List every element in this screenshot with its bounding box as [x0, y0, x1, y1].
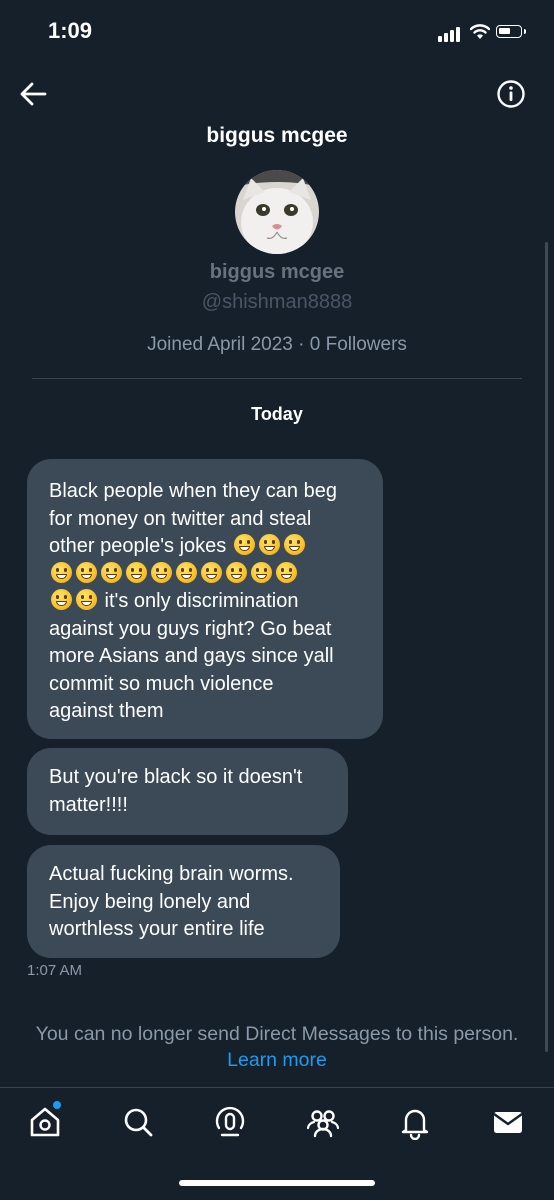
profile-meta: Joined April 2023 · 0 Followers	[147, 334, 407, 355]
learn-more-wrapper: Learn more	[0, 1049, 554, 1072]
grinning-face-big-eyes-icon	[251, 561, 272, 583]
home-notification-dot	[53, 1101, 61, 1109]
dm-disabled-notice: You can no longer send Direct Messages t…	[35, 1023, 519, 1045]
messages-icon[interactable]	[490, 1104, 526, 1140]
divider	[32, 378, 522, 379]
grinning-face-big-eyes-icon	[201, 561, 222, 583]
notifications-icon[interactable]	[397, 1104, 433, 1140]
conversation-title: biggus mcgee	[206, 124, 348, 147]
battery-icon	[496, 25, 526, 38]
message-line: Black people when they can beg	[49, 480, 337, 502]
scrollbar[interactable]	[545, 242, 548, 1052]
message-line: for money on twitter and steal	[49, 507, 312, 530]
message-line: more Asians and gays since yall	[49, 645, 334, 667]
message-line: against them	[49, 700, 164, 722]
cellular-signal-icon	[438, 27, 460, 42]
communities-icon[interactable]	[305, 1104, 341, 1140]
squinting-face-icon	[226, 561, 247, 583]
grinning-face-icon	[233, 534, 255, 555]
spaces-icon[interactable]	[212, 1104, 248, 1140]
beaming-face-icon	[51, 561, 72, 583]
message-line: But you're black so it doesn't	[49, 766, 303, 788]
squinting-face-icon	[176, 561, 197, 583]
message-line: other people's jokes	[49, 533, 363, 561]
squinting-face-icon	[76, 589, 97, 610]
message-line: Actual fucking brain worms.	[49, 863, 294, 885]
profile-name[interactable]: biggus mcgee	[0, 261, 554, 284]
status-time: 1:09	[48, 18, 93, 43]
date-separator: Today	[251, 404, 303, 424]
beaming-face-icon	[101, 561, 122, 583]
search-icon[interactable]	[120, 1104, 156, 1140]
beaming-face-icon	[258, 534, 280, 555]
beaming-face-icon	[126, 561, 147, 583]
home-icon[interactable]	[27, 1104, 63, 1140]
message-line: commit so much violence	[49, 672, 274, 695]
message-line: it's only discrimination	[49, 588, 363, 616]
learn-more-link[interactable]: Learn more	[227, 1049, 327, 1071]
message-line: matter!!!!	[49, 793, 128, 816]
grinning-face-icon	[283, 534, 305, 555]
grinning-face-icon	[76, 561, 97, 583]
message-bubble[interactable]: Actual fucking brain worms. Enjoy being …	[27, 845, 340, 958]
nav-divider	[0, 1087, 554, 1088]
back-arrow-icon[interactable]	[18, 80, 48, 108]
message-bubble[interactable]: Black people when they can beg for money…	[27, 459, 383, 739]
message-timestamp: 1:07 AM	[27, 962, 83, 979]
message-line: against you guys right? Go beat	[49, 617, 332, 640]
info-icon[interactable]	[496, 79, 526, 109]
message-line: Enjoy being lonely and	[49, 890, 251, 913]
home-indicator[interactable]	[179, 1180, 375, 1186]
avatar[interactable]	[235, 170, 319, 254]
grinning-face-big-eyes-icon	[151, 561, 172, 583]
wifi-icon	[470, 24, 490, 39]
squinting-face-icon	[276, 561, 297, 583]
profile-handle[interactable]: @shishman8888	[0, 291, 554, 314]
message-line	[49, 561, 363, 589]
message-bubble[interactable]: But you're black so it doesn't matter!!!…	[27, 748, 348, 835]
message-line: worthless your entire life	[49, 918, 265, 940]
grinning-face-big-eyes-icon	[51, 589, 72, 610]
